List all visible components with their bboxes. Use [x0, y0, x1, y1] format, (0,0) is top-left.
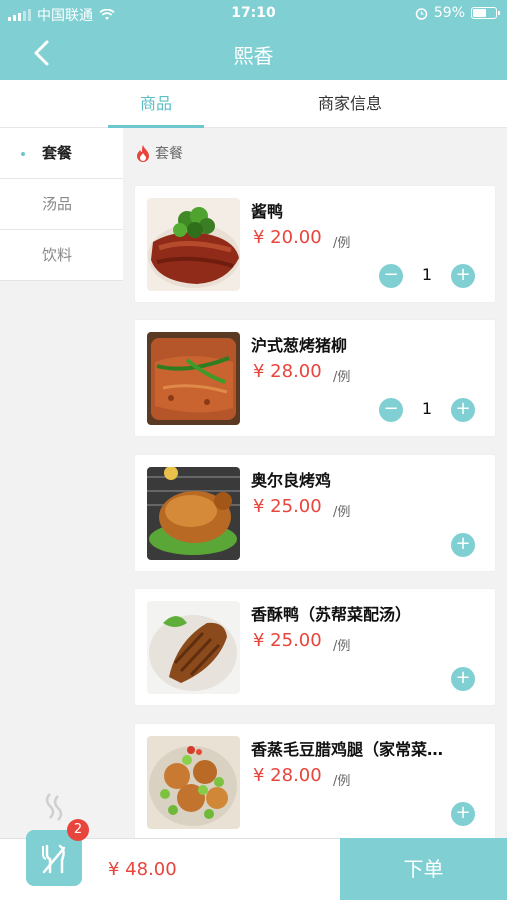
decrease-quantity-button[interactable]: − [379, 398, 403, 422]
product-name: 香酥鸭（苏帮菜配汤） [251, 605, 412, 624]
quantity-value: 1 [421, 399, 433, 418]
product-card[interactable]: 奥尔良烤鸡 ¥ 25.00 /例 + [135, 455, 495, 571]
cart-count-badge: 2 [67, 819, 89, 841]
product-unit: /例 [333, 774, 351, 789]
product-card[interactable]: 酱鸭 ¥ 20.00 /例 − 1 + [135, 186, 495, 302]
product-image-roast-chicken [147, 467, 240, 560]
product-image-braised-duck [147, 198, 240, 291]
cart-total-price: ¥ 48.00 [108, 859, 177, 880]
section-header: 套餐 [135, 142, 183, 164]
product-card[interactable]: 香酥鸭（苏帮菜配汤） ¥ 25.00 /例 + [135, 589, 495, 705]
quantity-value: 1 [421, 265, 433, 284]
product-list: 套餐 酱鸭 ¥ 20.00 /例 − 1 + 沪式葱烤猪柳 ¥ 28.00 /例… [123, 128, 507, 838]
category-sidebar: 套餐 汤品 饮料 [0, 128, 123, 838]
product-name: 酱鸭 [251, 202, 284, 221]
increase-quantity-button[interactable]: + [451, 264, 475, 288]
add-to-cart-button[interactable]: + [451, 802, 475, 826]
product-price: ¥ 28.00 [253, 765, 322, 786]
place-order-button[interactable]: 下单 [340, 838, 507, 900]
product-price: ¥ 25.00 [253, 630, 322, 651]
product-unit: /例 [333, 639, 351, 654]
product-card[interactable]: 香蒸毛豆腊鸡腿（家常菜… ¥ 28.00 /例 + [135, 724, 495, 838]
product-name: 奥尔良烤鸡 [251, 471, 332, 490]
product-price: ¥ 25.00 [253, 496, 322, 517]
tab-shop-info[interactable]: 商家信息 [292, 80, 408, 128]
product-unit: /例 [333, 236, 351, 251]
tab-goods[interactable]: 商品 [108, 80, 204, 128]
product-price: ¥ 28.00 [253, 361, 322, 382]
category-item-set-meal[interactable]: 套餐 [0, 128, 123, 179]
battery-percent: 59% [433, 5, 465, 21]
product-name: 香蒸毛豆腊鸡腿（家常菜… [251, 740, 444, 759]
status-right: 59% [415, 5, 500, 21]
battery-icon [471, 7, 500, 19]
status-bar: 中国联通 17:10 59% [0, 0, 507, 28]
category-item-soup[interactable]: 汤品 [0, 179, 123, 230]
tab-bar: 商品 商家信息 [0, 80, 507, 128]
nav-bar: 熙香 [0, 28, 507, 80]
add-to-cart-button[interactable]: + [451, 667, 475, 691]
product-price: ¥ 20.00 [253, 227, 322, 248]
alarm-icon [415, 7, 428, 20]
product-unit: /例 [333, 370, 351, 385]
decrease-quantity-button[interactable]: − [379, 264, 403, 288]
product-card[interactable]: 沪式葱烤猪柳 ¥ 28.00 /例 − 1 + [135, 320, 495, 436]
product-image-chicken-edamame [147, 736, 240, 829]
product-image-crispy-duck [147, 601, 240, 694]
add-to-cart-button[interactable]: + [451, 533, 475, 557]
section-title: 套餐 [155, 146, 183, 162]
increase-quantity-button[interactable]: + [451, 398, 475, 422]
page-title: 熙香 [233, 44, 274, 68]
category-item-drinks[interactable]: 饮料 [0, 230, 123, 281]
battery-fill [473, 9, 486, 17]
product-image-pork-fillet [147, 332, 240, 425]
product-name: 沪式葱烤猪柳 [251, 336, 348, 355]
product-unit: /例 [333, 505, 351, 520]
flame-icon [137, 145, 149, 162]
